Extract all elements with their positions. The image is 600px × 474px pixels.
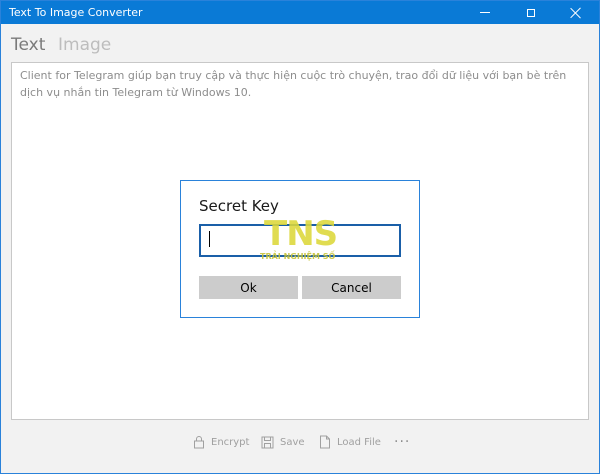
ok-button[interactable]: Ok bbox=[199, 276, 298, 299]
window-title: Text To Image Converter bbox=[9, 6, 143, 19]
load-file-button[interactable]: Load File bbox=[319, 429, 381, 455]
dialog-title: Secret Key bbox=[199, 197, 279, 215]
encrypt-label: Encrypt bbox=[211, 436, 250, 448]
more-button[interactable]: ··· bbox=[394, 429, 410, 455]
encrypt-button[interactable]: Encrypt bbox=[193, 429, 249, 455]
text-caret bbox=[209, 231, 210, 247]
close-icon bbox=[570, 7, 582, 19]
minimize-icon bbox=[480, 12, 490, 13]
maximize-button[interactable] bbox=[508, 1, 554, 24]
secret-key-dialog: Secret Key TNS TRẢI NGHIỆM SỐ Ok Cancel bbox=[180, 180, 420, 318]
close-button[interactable] bbox=[553, 1, 599, 24]
title-bar[interactable]: Text To Image Converter bbox=[1, 1, 599, 24]
maximize-icon bbox=[527, 8, 535, 17]
lock-icon bbox=[194, 436, 204, 449]
secret-key-input[interactable] bbox=[199, 224, 401, 257]
save-label: Save bbox=[280, 436, 305, 448]
save-button[interactable]: Save bbox=[261, 429, 305, 455]
editor-content: Client for Telegram giúp bạn truy cập và… bbox=[20, 69, 567, 99]
tab-text[interactable]: Text bbox=[11, 35, 45, 55]
command-bar: Encrypt Save Load File ··· bbox=[1, 429, 599, 455]
file-icon bbox=[320, 435, 330, 449]
save-icon bbox=[261, 436, 274, 448]
minimize-button[interactable] bbox=[462, 1, 508, 24]
tab-image[interactable]: Image bbox=[58, 35, 111, 55]
load-file-label: Load File bbox=[337, 436, 381, 448]
cancel-button[interactable]: Cancel bbox=[302, 276, 401, 299]
